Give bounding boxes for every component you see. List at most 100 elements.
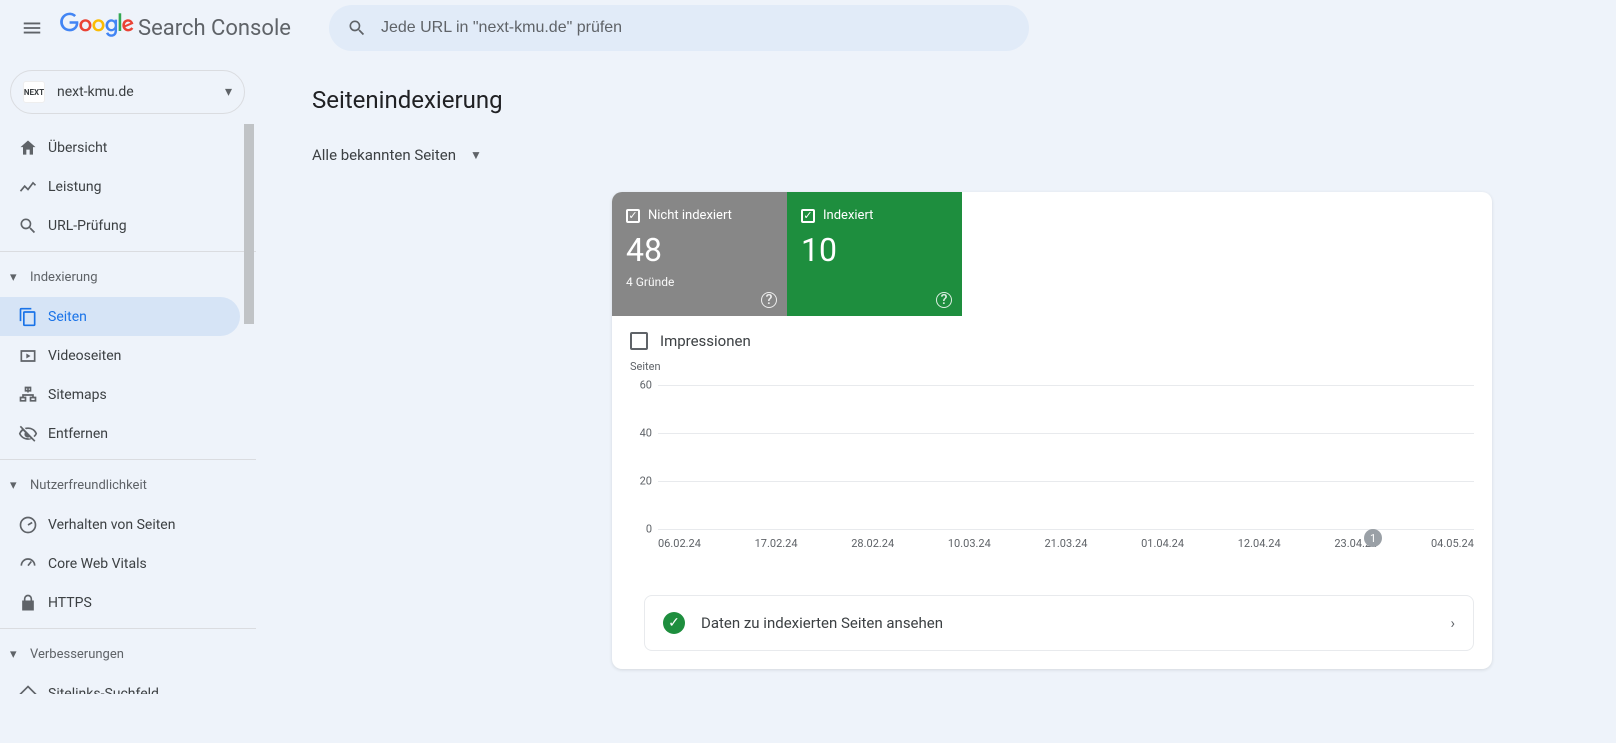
- chevron-down-icon: ▾: [10, 270, 26, 285]
- sidebar-item-label: Verhalten von Seiten: [48, 517, 175, 533]
- divider: [0, 459, 256, 460]
- y-axis: 0 20 40 60: [630, 377, 658, 557]
- sidebar-scrollbar[interactable]: ▴: [242, 124, 256, 694]
- divider: [0, 628, 256, 629]
- checkbox-unchecked-icon: [630, 332, 648, 350]
- chevron-down-icon: ▾: [225, 84, 232, 100]
- grid-line: [658, 481, 1474, 482]
- tile-label: Nicht indexiert: [648, 208, 732, 223]
- nav-list: Übersicht Leistung URL-Prüfung ▾ Indexie…: [0, 124, 256, 694]
- impressions-label: Impressionen: [660, 332, 751, 350]
- scrollbar-thumb[interactable]: [244, 124, 254, 324]
- filter-label: Alle bekannten Seiten: [312, 146, 456, 164]
- check-circle-icon: ✓: [663, 612, 685, 634]
- sidebar-item-sitemaps[interactable]: Sitemaps: [0, 375, 240, 414]
- property-picker[interactable]: NEXT next-kmu.de ▾: [10, 70, 245, 114]
- x-axis: 06.02.2417.02.2428.02.2410.03.2421.03.24…: [658, 533, 1474, 557]
- tile-indexed[interactable]: ✓ Indexiert 10 ?: [787, 192, 962, 316]
- speed-icon: [18, 554, 48, 574]
- pages-icon: [18, 307, 48, 327]
- hamburger-icon: [21, 17, 43, 39]
- checkbox-checked-icon: ✓: [801, 209, 815, 223]
- section-indexing[interactable]: ▾ Indexierung: [0, 258, 240, 297]
- section-label: Nutzerfreundlichkeit: [30, 478, 147, 493]
- x-tick-label: 06.02.24: [658, 537, 701, 557]
- section-label: Indexierung: [30, 270, 98, 285]
- checkbox-checked-icon: ✓: [626, 209, 640, 223]
- divider: [0, 251, 256, 252]
- main-content: Seitenindexierung Alle bekannten Seiten …: [256, 56, 1616, 743]
- trend-icon: [18, 177, 48, 197]
- search-icon: [18, 216, 48, 236]
- tile-value: 48: [626, 231, 773, 269]
- y-tick-label: 40: [640, 427, 652, 440]
- x-tick-label: 04.05.24: [1431, 537, 1474, 557]
- section-enhancements[interactable]: ▾ Verbesserungen: [0, 635, 240, 674]
- home-icon: [18, 138, 48, 158]
- tile-value: 10: [801, 231, 948, 269]
- product-logo[interactable]: Search Console: [60, 12, 291, 44]
- tile-not-indexed[interactable]: ✓ Nicht indexiert 48 4 Gründe ?: [612, 192, 787, 316]
- indexing-chart[interactable]: 0204060 06.02.2417.02.2428.02.2410.03.24…: [630, 377, 1474, 557]
- chevron-down-icon: ▾: [10, 647, 26, 662]
- sidebar-scroll: Übersicht Leistung URL-Prüfung ▾ Indexie…: [0, 124, 256, 694]
- sidebar-item-performance[interactable]: Leistung: [0, 167, 240, 206]
- sidebar-item-label: Core Web Vitals: [48, 556, 147, 572]
- plot-area: 06.02.2417.02.2428.02.2410.03.2421.03.24…: [658, 377, 1474, 557]
- sidebar-item-label: Sitemaps: [48, 387, 107, 403]
- sidebar-item-sitelinks-searchbox[interactable]: Sitelinks-Suchfeld: [0, 674, 240, 694]
- sidebar-item-cwv[interactable]: Core Web Vitals: [0, 544, 240, 583]
- section-ux[interactable]: ▾ Nutzerfreundlichkeit: [0, 466, 240, 505]
- sidebar-item-label: Videoseiten: [48, 348, 121, 364]
- page-experience-icon: [18, 515, 48, 535]
- help-icon[interactable]: ?: [936, 292, 952, 308]
- lock-icon: [18, 593, 48, 613]
- video-pages-icon: [18, 346, 48, 366]
- action-label: Daten zu indexierten Seiten ansehen: [701, 614, 943, 632]
- x-tick-label: 10.03.24: [948, 537, 991, 557]
- y-axis-title: Seiten: [630, 360, 1474, 373]
- sitelinks-icon: [18, 684, 48, 695]
- bars-container: [658, 385, 1474, 529]
- tile-subtext: 4 Gründe: [626, 275, 773, 289]
- product-name: Search Console: [138, 16, 291, 41]
- x-tick-label: 01.04.24: [1141, 537, 1184, 557]
- x-tick-label: 28.02.24: [851, 537, 894, 557]
- menu-button[interactable]: [8, 4, 56, 52]
- sidebar-item-page-experience[interactable]: Verhalten von Seiten: [0, 505, 240, 544]
- sidebar-item-url-inspect[interactable]: URL-Prüfung: [0, 206, 240, 245]
- url-inspect-input[interactable]: [381, 19, 1011, 37]
- search-icon: [347, 18, 367, 38]
- sidebar-item-removals[interactable]: Entfernen: [0, 414, 240, 453]
- sidebar-item-https[interactable]: HTTPS: [0, 583, 240, 622]
- sidebar-item-video-pages[interactable]: Videoseiten: [0, 336, 240, 375]
- sidebar-item-pages[interactable]: Seiten: [0, 297, 240, 336]
- tile-label: Indexiert: [823, 208, 873, 223]
- page-filter[interactable]: Alle bekannten Seiten ▼: [312, 146, 1600, 164]
- impressions-toggle[interactable]: Impressionen: [612, 316, 1492, 354]
- y-tick-label: 20: [640, 475, 652, 488]
- sidebar: NEXT next-kmu.de ▾ Übersicht Leistung UR…: [0, 56, 256, 743]
- chevron-right-icon: ›: [1450, 614, 1455, 632]
- indexing-card: ✓ Nicht indexiert 48 4 Gründe ? ✓ Indexi…: [612, 192, 1492, 669]
- grid-line: [658, 433, 1474, 434]
- grid-line: [658, 385, 1474, 386]
- url-inspect-search[interactable]: [329, 5, 1029, 51]
- property-label: next-kmu.de: [57, 84, 134, 100]
- page-title: Seitenindexierung: [312, 66, 1600, 146]
- chevron-down-icon: ▼: [470, 148, 482, 162]
- chevron-down-icon: ▾: [10, 478, 26, 493]
- google-logo-icon: [60, 12, 134, 44]
- grid-line: [658, 529, 1474, 530]
- sidebar-item-label: Seiten: [48, 309, 87, 325]
- help-icon[interactable]: ?: [761, 292, 777, 308]
- sidebar-item-overview[interactable]: Übersicht: [0, 128, 240, 167]
- sidebar-item-label: Leistung: [48, 179, 101, 195]
- y-tick-label: 60: [640, 379, 652, 392]
- shell: NEXT next-kmu.de ▾ Übersicht Leistung UR…: [0, 56, 1616, 743]
- x-tick-label: 12.04.24: [1238, 537, 1281, 557]
- sidebar-item-label: HTTPS: [48, 595, 92, 611]
- sidebar-item-label: Übersicht: [48, 140, 107, 156]
- view-indexed-data-button[interactable]: ✓ Daten zu indexierten Seiten ansehen ›: [644, 595, 1474, 651]
- y-tick-label: 0: [646, 523, 652, 536]
